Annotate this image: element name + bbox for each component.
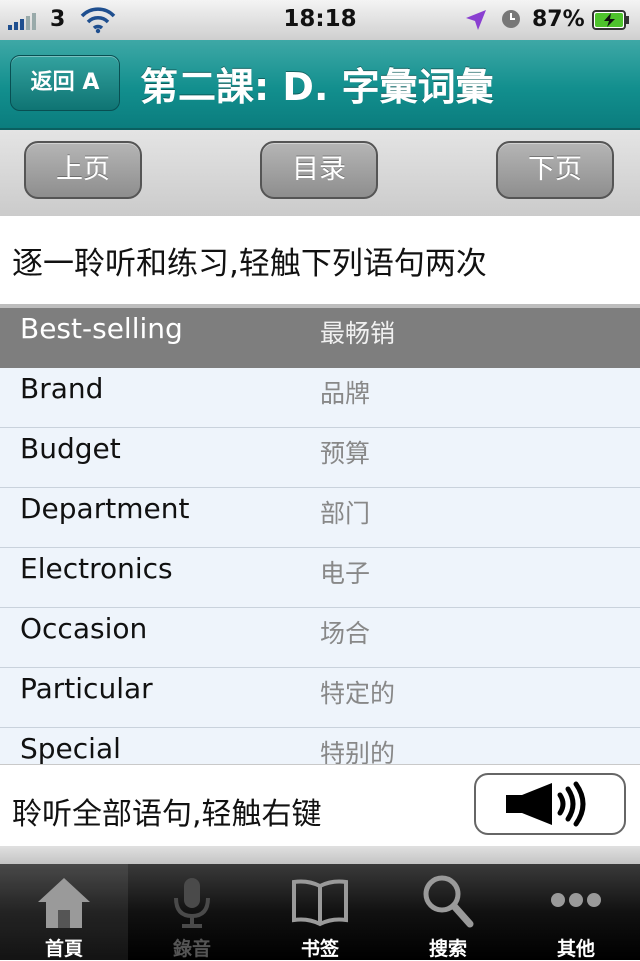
search-icon: [423, 875, 474, 928]
tab-more[interactable]: 其他: [512, 864, 640, 960]
instruction-text: 逐一聆听和练习,轻触下列语句两次: [12, 246, 487, 282]
previous-page-button[interactable]: 上页: [24, 141, 142, 199]
tab-label: 錄音: [172, 938, 211, 960]
divider: [0, 846, 640, 864]
battery-icon: [592, 10, 629, 30]
english-term: Particular: [20, 672, 153, 705]
microphone-icon: [174, 878, 210, 928]
list-item[interactable]: Particular 特定的: [0, 668, 640, 728]
chinese-translation: 最畅销: [320, 319, 396, 348]
chinese-translation: 特别的: [320, 739, 396, 764]
location-arrow-icon: [466, 10, 486, 30]
vocabulary-list[interactable]: Best-selling 最畅销 Brand 品牌 Budget 预算 Depa…: [0, 308, 640, 764]
tab-label: 书签: [300, 938, 339, 960]
english-term: Brand: [20, 372, 104, 405]
list-item[interactable]: Budget 预算: [0, 428, 640, 488]
chinese-translation: 特定的: [320, 679, 396, 708]
table-of-contents-button[interactable]: 目录: [260, 141, 378, 199]
english-term: Department: [20, 492, 190, 525]
tab-label: 其他: [556, 938, 595, 960]
play-all-button[interactable]: [474, 773, 626, 835]
list-item[interactable]: Electronics 电子: [0, 548, 640, 608]
tab-home[interactable]: 首頁: [0, 864, 128, 960]
english-term: Best-selling: [20, 312, 183, 345]
home-icon: [38, 878, 90, 928]
chinese-translation: 部门: [320, 499, 371, 528]
instruction-panel: 逐一聆听和练习,轻触下列语句两次: [0, 216, 640, 304]
chinese-translation: 预算: [320, 439, 371, 468]
list-item[interactable]: Brand 品牌: [0, 368, 640, 428]
tab-bookmarks[interactable]: 书签: [256, 864, 384, 960]
tab-label: 搜索: [428, 938, 467, 960]
english-term: Occasion: [20, 612, 148, 645]
status-bar: 3 18:18 87%: [0, 0, 640, 40]
english-term: Special: [20, 732, 121, 764]
speaker-icon: [506, 781, 586, 827]
tab-bar: 首頁 錄音 书签 搜索 其他: [0, 864, 640, 960]
list-item[interactable]: Department 部门: [0, 488, 640, 548]
next-page-button[interactable]: 下页: [496, 141, 614, 199]
chinese-translation: 场合: [320, 619, 371, 648]
book-icon: [292, 879, 348, 927]
list-item[interactable]: Occasion 场合: [0, 608, 640, 668]
page-title: 第二課: D. 字彙词彙: [140, 65, 494, 109]
list-item[interactable]: Best-selling 最畅销: [0, 308, 640, 368]
play-all-label: 聆听全部语句,轻触右键: [12, 797, 322, 832]
tab-recording[interactable]: 錄音: [128, 864, 256, 960]
english-term: Budget: [20, 432, 121, 465]
list-item[interactable]: Special 特别的: [0, 728, 640, 764]
english-term: Electronics: [20, 552, 173, 585]
battery-percent: 87%: [532, 7, 585, 32]
chinese-translation: 品牌: [320, 379, 371, 408]
chinese-translation: 电子: [320, 559, 371, 588]
nav-bar: 返回 A 第二課: D. 字彙词彙: [0, 40, 640, 130]
alarm-clock-icon: [502, 10, 520, 28]
more-icon: [551, 893, 601, 907]
tab-search[interactable]: 搜索: [384, 864, 512, 960]
play-all-panel: 聆听全部语句,轻触右键: [0, 764, 640, 847]
back-button[interactable]: 返回 A: [10, 55, 120, 111]
page-toolbar: 上页 目录 下页: [0, 130, 640, 216]
tab-label: 首頁: [44, 938, 83, 960]
